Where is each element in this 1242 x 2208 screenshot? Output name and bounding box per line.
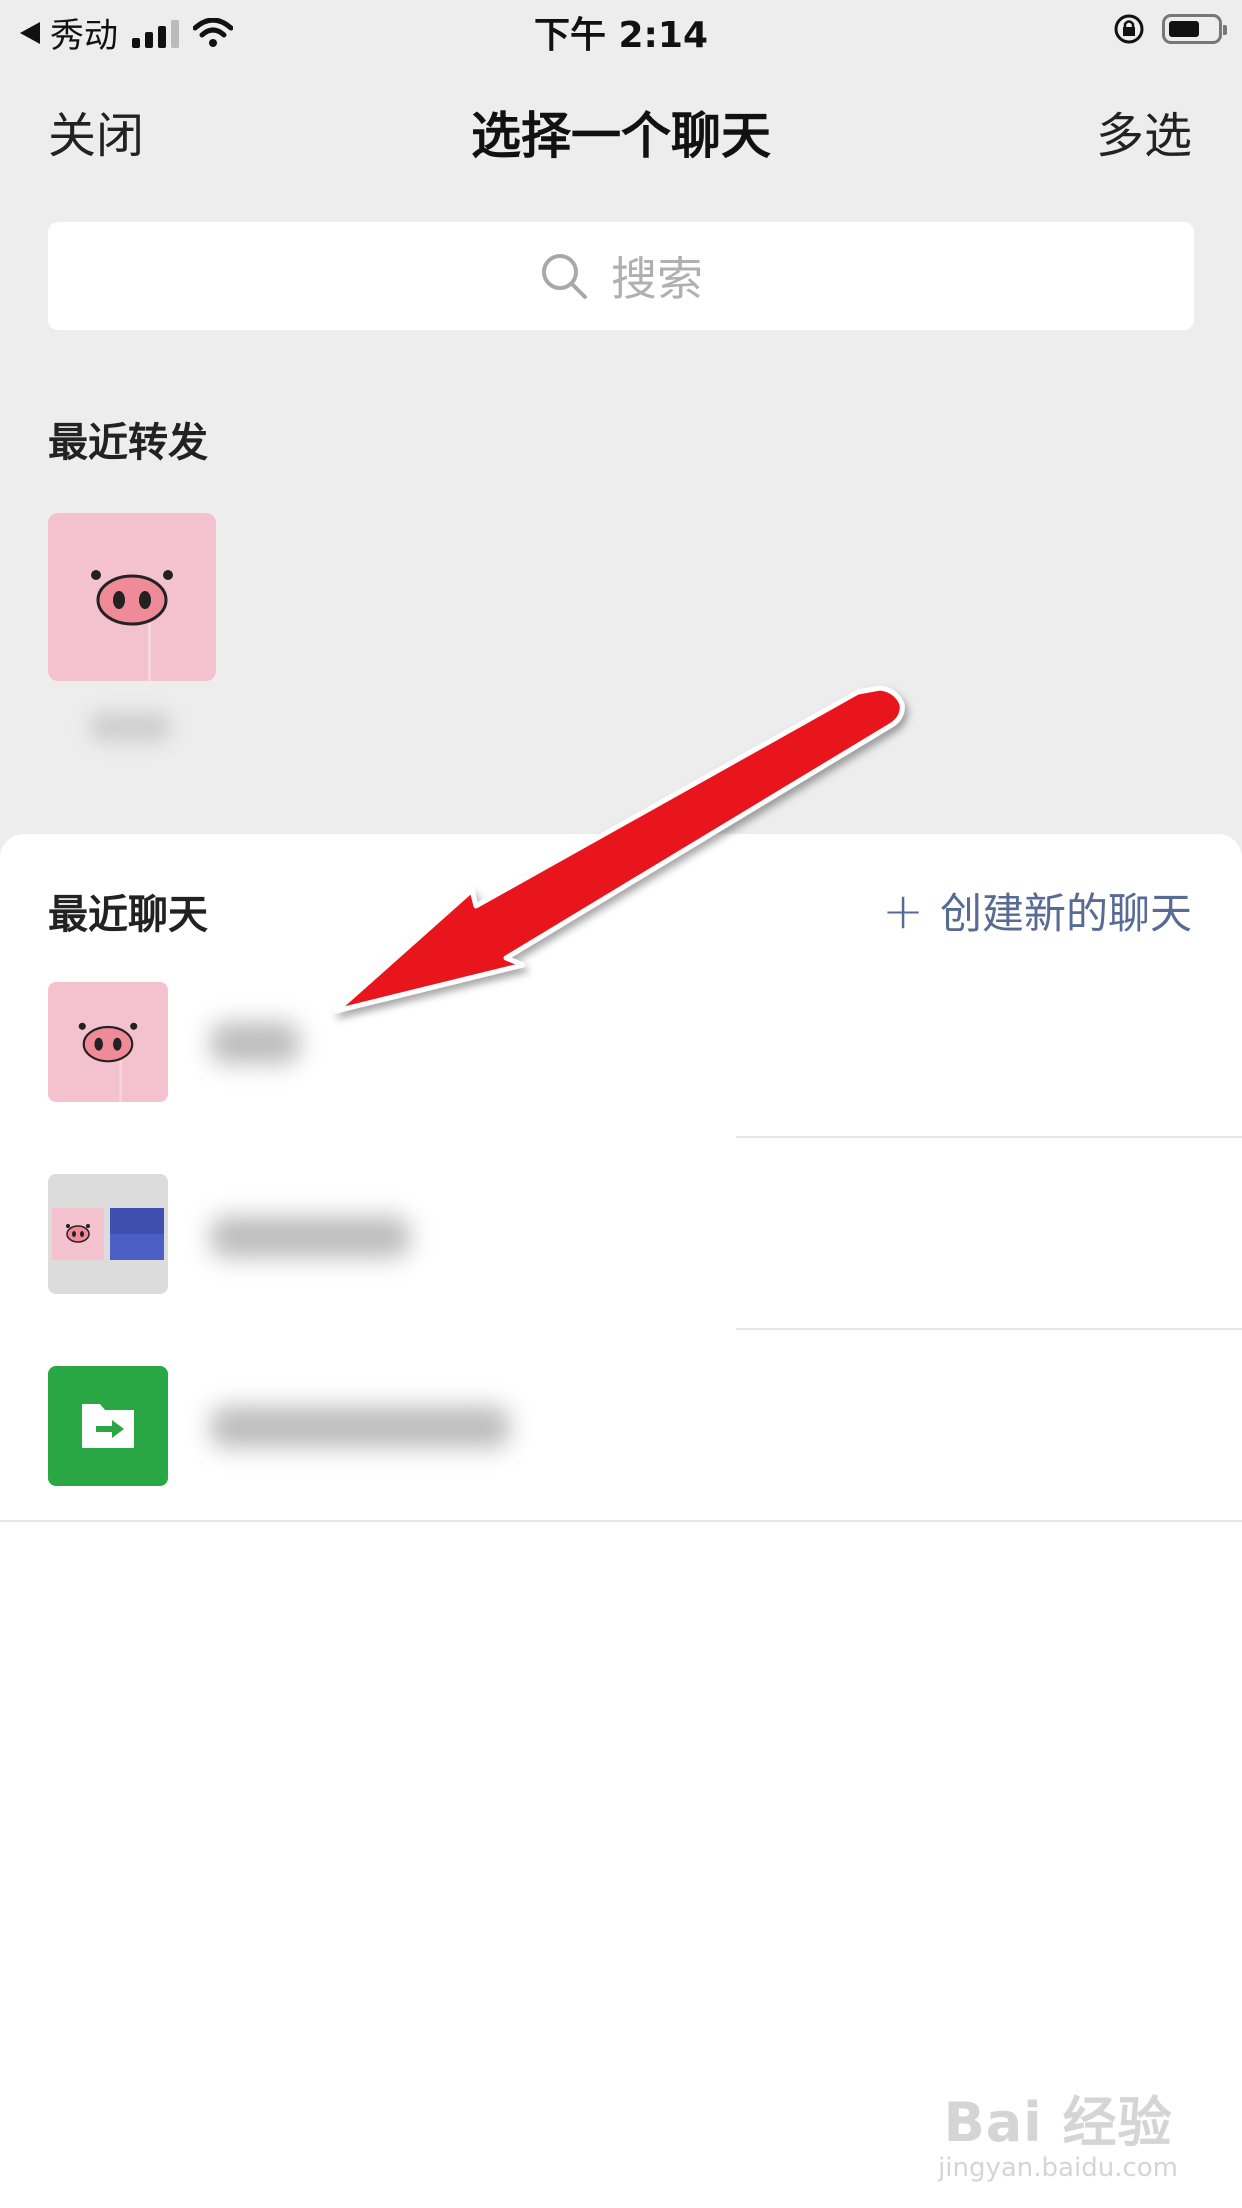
recent-forward-name-blurred [90, 712, 170, 742]
list-item[interactable] [0, 1318, 1242, 1510]
rotation-lock-icon [1114, 14, 1144, 44]
recent-chats-heading: 最近聊天 [48, 892, 208, 938]
recent-forward-heading: 最近转发 [48, 420, 208, 466]
status-bar: 秀动 下午 2:14 [0, 0, 1242, 62]
group-avatar-icon [48, 1174, 168, 1294]
recent-chats-sheet: 最近聊天 + 创建新的聊天 [0, 834, 1242, 2208]
battery-icon [1162, 14, 1227, 44]
search-placeholder: 搜索 [611, 252, 703, 306]
status-time: 下午 2:14 [533, 15, 709, 56]
page-title: 选择一个聊天 [471, 107, 771, 165]
watermark-logo: Bai 经验 [943, 2091, 1173, 2154]
chat-avatar [48, 1366, 168, 1486]
status-right [1112, 12, 1227, 46]
pig-avatar-icon [48, 513, 216, 681]
baidu-jingyan-watermark: Bai 经验 jingyan.baidu.com [938, 2078, 1178, 2183]
create-new-chat-button[interactable]: + 创建新的聊天 [882, 880, 1192, 941]
multi-select-button[interactable]: 多选 [1096, 96, 1192, 166]
create-new-chat-label: 创建新的聊天 [939, 889, 1192, 938]
watermark-url: jingyan.baidu.com [938, 2153, 1178, 2183]
search-input[interactable]: 搜索 [48, 222, 1194, 330]
chat-name-blurred [210, 1022, 300, 1064]
plus-icon: + [882, 881, 924, 940]
list-item[interactable] [0, 934, 1242, 1126]
file-transfer-icon [48, 1366, 168, 1486]
divider [0, 1520, 1242, 1522]
pig-avatar-icon [48, 982, 168, 1102]
list-item[interactable] [0, 1126, 1242, 1318]
search-icon [542, 254, 587, 299]
recent-forward-avatar[interactable] [48, 513, 216, 681]
chat-avatar [48, 982, 168, 1102]
chat-name-blurred [210, 1216, 410, 1258]
chat-name-blurred [210, 1406, 510, 1448]
chat-avatar [48, 1174, 168, 1294]
